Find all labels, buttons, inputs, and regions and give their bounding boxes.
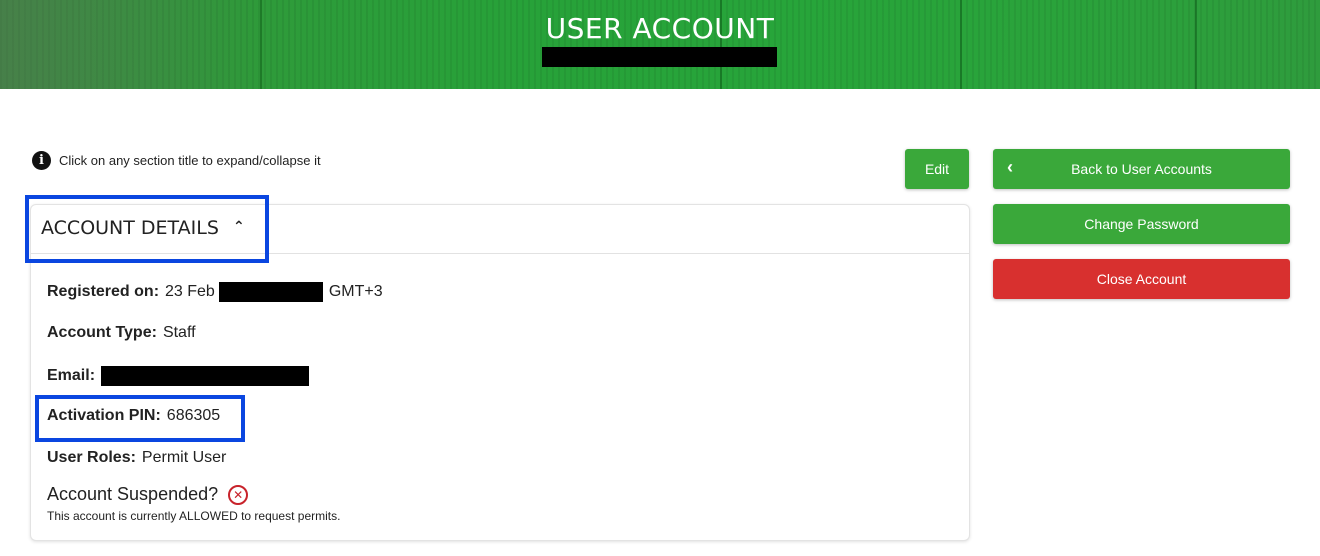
registered-row: Registered on: 23 Feb GMT+3 xyxy=(47,282,383,302)
account-type-label: Account Type: xyxy=(47,324,157,341)
email-row: Email: xyxy=(47,366,310,386)
registered-label: Registered on: xyxy=(47,283,160,300)
back-button-label: Back to User Accounts xyxy=(1071,161,1212,177)
account-suspended-row: Account Suspended? ✕ xyxy=(47,484,249,505)
chevron-left-icon: ‹ xyxy=(1007,157,1013,177)
highlight-box-section-title xyxy=(25,195,269,263)
change-password-button[interactable]: Change Password xyxy=(993,204,1290,244)
page-title: USER ACCOUNT xyxy=(545,12,775,45)
redacted-email xyxy=(101,366,310,386)
close-account-label: Close Account xyxy=(1096,271,1187,287)
redacted-date xyxy=(218,282,323,302)
not-suspended-x-icon: ✕ xyxy=(228,484,249,505)
redacted-subtitle xyxy=(542,47,777,67)
back-to-user-accounts-button[interactable]: ‹ Back to User Accounts xyxy=(993,149,1290,189)
info-hint-text: Click on any section title to expand/col… xyxy=(59,153,321,168)
registered-timezone: GMT+3 xyxy=(328,283,383,300)
header-banner: USER ACCOUNT xyxy=(0,0,1320,89)
info-icon: i xyxy=(32,151,51,170)
user-roles-row: User Roles: Permit User xyxy=(47,449,226,467)
change-password-label: Change Password xyxy=(1084,216,1199,232)
close-account-button[interactable]: Close Account xyxy=(993,259,1290,299)
info-hint: i Click on any section title to expand/c… xyxy=(32,151,321,170)
user-roles-label: User Roles: xyxy=(47,449,136,466)
account-type-value: Staff xyxy=(162,324,196,341)
edit-button-label: Edit xyxy=(924,161,950,177)
registered-date: 23 Feb xyxy=(165,283,215,300)
edit-button[interactable]: Edit xyxy=(905,149,969,189)
account-type-row: Account Type: Staff xyxy=(47,324,196,342)
user-roles-value: Permit User xyxy=(141,449,227,466)
suspended-note: This account is currently ALLOWED to req… xyxy=(47,509,341,523)
email-label: Email: xyxy=(47,367,96,384)
account-suspended-label: Account Suspended? xyxy=(47,484,219,504)
highlight-box-activation-pin xyxy=(35,395,245,442)
